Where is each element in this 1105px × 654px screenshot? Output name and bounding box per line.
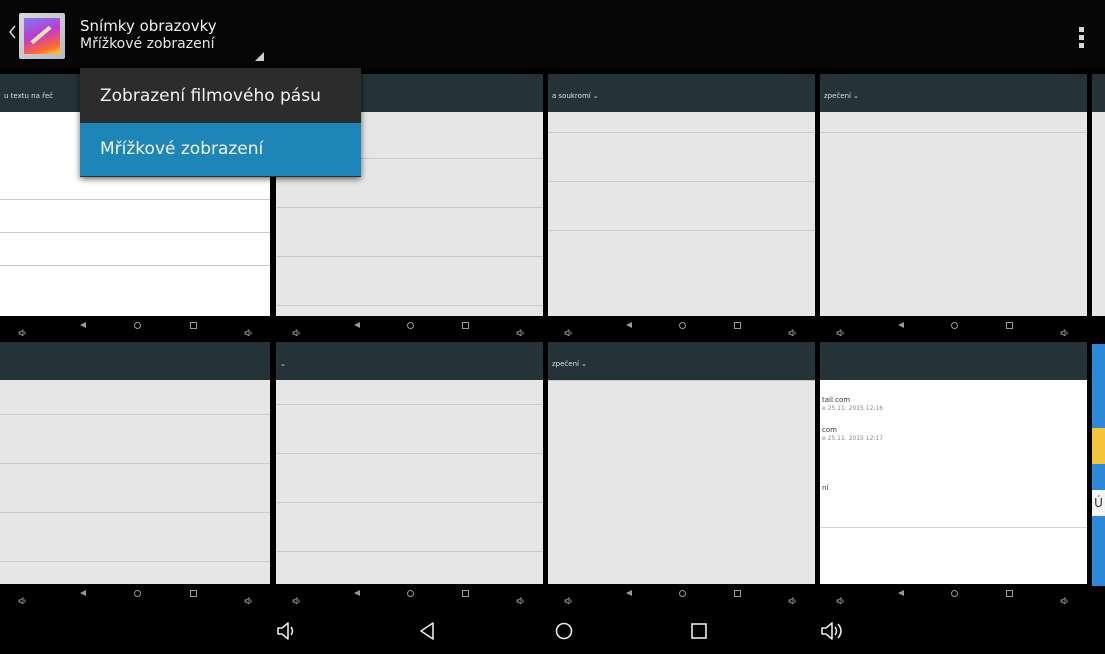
recents-icon	[734, 322, 741, 329]
recents-icon	[190, 590, 197, 597]
volume-icon	[18, 590, 26, 604]
volume-icon	[836, 322, 844, 336]
thumbnail[interactable]	[0, 342, 270, 604]
thumbnail[interactable]: zpečení ⌄	[548, 342, 815, 604]
volume-icon	[516, 590, 524, 604]
thumbnail-text: e 25.11. 2015 12:17	[822, 435, 884, 442]
thumbnail[interactable]: a soukromí ⌄	[548, 74, 815, 336]
thumbnail-text: ní	[822, 484, 829, 492]
recents-icon[interactable]	[690, 621, 708, 641]
volume-icon	[18, 322, 26, 336]
back-icon	[80, 590, 86, 596]
back-icon	[80, 322, 86, 328]
volume-icon	[292, 590, 300, 604]
thumbnail-text: com	[822, 426, 837, 434]
back-icon	[354, 322, 360, 328]
volume-icon	[1060, 590, 1068, 604]
volume-icon	[292, 322, 300, 336]
home-icon	[407, 590, 414, 597]
thumbnail-header-text: u textu na řeč	[4, 92, 53, 100]
overflow-menu-icon[interactable]	[1079, 27, 1085, 51]
thumbnail[interactable]: ⌄	[276, 342, 543, 604]
system-nav-bar	[0, 608, 1105, 654]
home-icon	[134, 322, 141, 329]
thumbnail-text: Ú	[1092, 490, 1105, 516]
volume-icon	[244, 322, 252, 336]
menu-item-grid-view[interactable]: Mřížkové zobrazení	[80, 123, 361, 176]
recents-icon	[462, 590, 469, 597]
chevron-left-icon[interactable]	[8, 25, 16, 39]
menu-item-filmstrip-view[interactable]: Zobrazení filmového pásu	[80, 70, 361, 123]
volume-icon	[516, 322, 524, 336]
gallery-icon[interactable]	[19, 13, 65, 59]
back-icon	[898, 322, 904, 328]
volume-up-icon[interactable]	[820, 621, 848, 641]
home-icon	[134, 590, 141, 597]
thumbnail-header-text: zpečení ⌄	[824, 92, 860, 100]
home-icon[interactable]	[554, 621, 574, 641]
back-icon	[354, 590, 360, 596]
thumbnail[interactable]: tail.com e 25.11. 2015 12:16 com e 25.11…	[820, 342, 1087, 604]
home-icon	[679, 322, 686, 329]
recents-icon	[734, 590, 741, 597]
action-bar: Snímky obrazovky Mřížkové zobrazení	[0, 0, 1105, 68]
volume-icon	[788, 322, 796, 336]
home-icon	[407, 322, 414, 329]
back-icon[interactable]	[418, 621, 436, 641]
home-icon	[951, 322, 958, 329]
home-icon	[951, 590, 958, 597]
thumbnail-text: tail.com	[822, 396, 851, 404]
spinner-corner-icon	[255, 52, 264, 61]
home-icon	[679, 590, 686, 597]
thumbnail[interactable]: zpečení ⌄	[820, 74, 1087, 336]
thumbnail-partial[interactable]: Ú	[1092, 344, 1105, 586]
volume-icon	[564, 590, 572, 604]
volume-icon	[564, 322, 572, 336]
volume-down-icon[interactable]	[276, 621, 298, 641]
back-icon	[626, 590, 632, 596]
volume-icon	[836, 590, 844, 604]
recents-icon	[462, 322, 469, 329]
thumbnail-partial[interactable]	[1092, 74, 1105, 316]
thumbnail-header-text: ⌄	[280, 360, 286, 368]
thumbnail-header-text: a soukromí ⌄	[552, 92, 599, 100]
page-title: Snímky obrazovky	[80, 17, 217, 35]
volume-icon	[1060, 322, 1068, 336]
recents-icon	[1006, 590, 1013, 597]
thumbnail-text: e 25.11. 2015 12:16	[822, 405, 884, 412]
volume-icon	[788, 590, 796, 604]
view-mode-dropdown: Zobrazení filmového pásu Mřížkové zobraz…	[80, 68, 361, 177]
recents-icon	[1006, 322, 1013, 329]
back-icon	[626, 322, 632, 328]
volume-icon	[244, 590, 252, 604]
back-icon	[898, 590, 904, 596]
recents-icon	[190, 322, 197, 329]
thumbnail-header-text: zpečení ⌄	[552, 360, 588, 368]
view-mode-spinner[interactable]: Mřížkové zobrazení	[80, 36, 214, 53]
